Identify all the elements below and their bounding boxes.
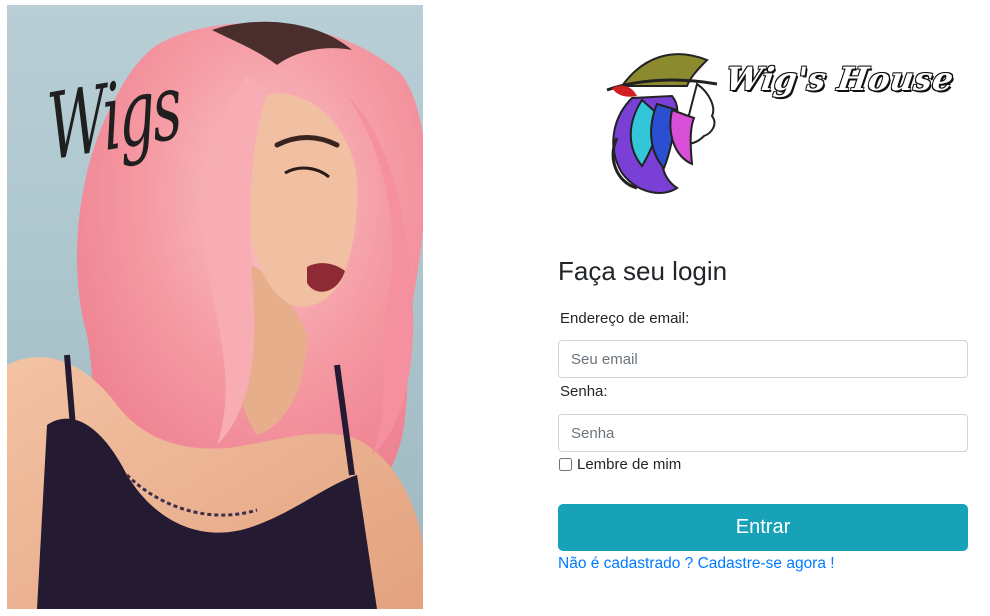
page-title: Faça seu login [558,256,728,286]
email-label: Endereço de email: [560,310,690,327]
email-field[interactable] [558,340,968,378]
hero-script-text: Wigs [44,52,183,182]
logo-wordmark: Wig's House [723,60,957,98]
remember-me-label: Lembre de mim [577,456,682,473]
woman-profile-hat-logo-icon [606,53,718,194]
password-field[interactable] [558,414,968,452]
remember-me-checkbox[interactable] [559,458,572,471]
hero-image: Wigs [7,5,423,609]
signup-link[interactable]: Não é cadastrado ? Cadastre-se agora ! [558,555,835,573]
remember-me-row: Lembre de mim [559,456,681,473]
password-label: Senha: [560,383,608,400]
brand-logo: Wig's House [602,38,956,198]
login-button[interactable]: Entrar [558,504,968,551]
